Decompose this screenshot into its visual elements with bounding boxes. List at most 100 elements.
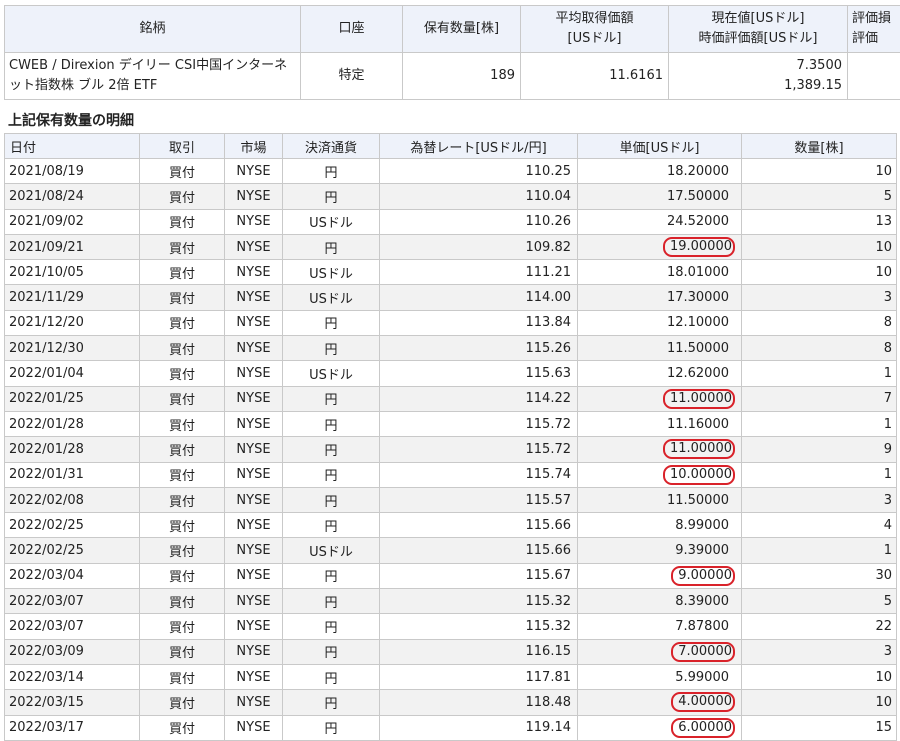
unit-price-cell: 10.00000 bbox=[578, 462, 742, 487]
market: NYSE bbox=[236, 366, 270, 381]
trade-type-cell: 買付 bbox=[140, 614, 225, 639]
trade-type: 買付 bbox=[169, 368, 195, 383]
quantity: 10 bbox=[875, 670, 892, 685]
market: NYSE bbox=[236, 594, 270, 609]
exchange-rate-cell: 117.81 bbox=[380, 664, 578, 689]
settlement-currency: 円 bbox=[324, 570, 337, 585]
trade-date: 2021/10/05 bbox=[9, 265, 84, 280]
trade-type-cell: 買付 bbox=[140, 285, 225, 310]
trade-type-cell: 買付 bbox=[140, 361, 225, 386]
holding-summary-table: 銘柄 口座 保有数量[株] 平均取得価額 [USドル] 現在値[USドル] 時価… bbox=[4, 5, 900, 100]
table-row: 2021/09/02買付NYSEUSドル110.2624.5200013 bbox=[5, 209, 897, 234]
trade-date-cell: 2022/03/15 bbox=[5, 690, 140, 715]
quantity-cell: 3 bbox=[742, 285, 897, 310]
trade-date: 2022/01/28 bbox=[9, 442, 84, 457]
quantity: 7 bbox=[884, 391, 892, 406]
settlement-currency: 円 bbox=[324, 495, 337, 510]
trade-date: 2022/03/15 bbox=[9, 695, 84, 710]
market-cell: NYSE bbox=[225, 589, 283, 614]
exchange-rate-cell: 115.66 bbox=[380, 538, 578, 563]
exchange-rate-cell: 114.00 bbox=[380, 285, 578, 310]
exchange-rate: 115.72 bbox=[526, 442, 572, 457]
trade-date: 2021/09/02 bbox=[9, 214, 84, 229]
trade-type-cell: 買付 bbox=[140, 411, 225, 436]
trade-type-cell: 買付 bbox=[140, 437, 225, 462]
trade-type-cell: 買付 bbox=[140, 690, 225, 715]
exchange-rate: 115.66 bbox=[526, 543, 572, 558]
exchange-rate-cell: 115.66 bbox=[380, 513, 578, 538]
unit-price: 11.16000 bbox=[667, 417, 729, 432]
market-cell: NYSE bbox=[225, 664, 283, 689]
trade-type: 買付 bbox=[169, 495, 195, 510]
exchange-rate-cell: 115.32 bbox=[380, 589, 578, 614]
unit-price-cell: 17.30000 bbox=[578, 285, 742, 310]
settlement-currency-cell: 円 bbox=[283, 589, 380, 614]
unit-price-cell: 8.39000 bbox=[578, 589, 742, 614]
unit-price-cell: 7.00000 bbox=[578, 639, 742, 664]
exchange-rate: 115.67 bbox=[526, 568, 572, 583]
table-row: 2022/01/28買付NYSE円115.7211.160001 bbox=[5, 411, 897, 436]
table-row: 2022/03/14買付NYSE円117.815.9900010 bbox=[5, 664, 897, 689]
trade-type-cell: 買付 bbox=[140, 487, 225, 512]
trade-date-cell: 2022/02/25 bbox=[5, 538, 140, 563]
trade-type: 買付 bbox=[169, 646, 195, 661]
settlement-currency: USドル bbox=[309, 267, 353, 282]
quantity-cell: 22 bbox=[742, 614, 897, 639]
quantity-cell: 5 bbox=[742, 184, 897, 209]
quantity-cell: 30 bbox=[742, 563, 897, 588]
trade-date: 2022/03/07 bbox=[9, 619, 84, 634]
trade-type: 買付 bbox=[169, 545, 195, 560]
quantity: 1 bbox=[884, 366, 892, 381]
settlement-currency-cell: 円 bbox=[283, 386, 380, 411]
trade-type: 買付 bbox=[169, 444, 195, 459]
market: NYSE bbox=[236, 695, 270, 710]
unit-price-cell: 18.20000 bbox=[578, 159, 742, 184]
quantity: 5 bbox=[884, 594, 892, 609]
unit-price-highlighted: 7.00000 bbox=[671, 642, 735, 662]
settlement-currency: 円 bbox=[324, 672, 337, 687]
exchange-rate-cell: 115.32 bbox=[380, 614, 578, 639]
market-cell: NYSE bbox=[225, 411, 283, 436]
quantity-cell: 1 bbox=[742, 462, 897, 487]
quantity-cell: 10 bbox=[742, 234, 897, 259]
table-row: 2022/03/15買付NYSE円118.484.0000010 bbox=[5, 690, 897, 715]
exchange-rate-cell: 109.82 bbox=[380, 234, 578, 259]
market: NYSE bbox=[236, 644, 270, 659]
exchange-rate-cell: 116.15 bbox=[380, 639, 578, 664]
section-title: 上記保有数量の明細 bbox=[8, 110, 134, 130]
quantity-cell: 3 bbox=[742, 487, 897, 512]
exchange-rate: 115.72 bbox=[526, 417, 572, 432]
unit-price-cell: 19.00000 bbox=[578, 234, 742, 259]
gain-loss-cell bbox=[848, 53, 900, 100]
market-cell: NYSE bbox=[225, 462, 283, 487]
exchange-rate: 115.74 bbox=[526, 467, 572, 482]
quantity: 3 bbox=[884, 493, 892, 508]
unit-price-cell: 11.16000 bbox=[578, 411, 742, 436]
quantity-cell: 1 bbox=[742, 361, 897, 386]
quantity-cell: 1 bbox=[742, 411, 897, 436]
exchange-rate: 115.32 bbox=[526, 594, 572, 609]
unit-price-cell: 6.00000 bbox=[578, 715, 742, 740]
market-cell: NYSE bbox=[225, 386, 283, 411]
quantity: 22 bbox=[875, 619, 892, 634]
quantity: 10 bbox=[875, 695, 892, 710]
settlement-currency-cell: 円 bbox=[283, 159, 380, 184]
market: NYSE bbox=[236, 417, 270, 432]
trade-date-cell: 2022/01/31 bbox=[5, 462, 140, 487]
unit-price-cell: 11.00000 bbox=[578, 437, 742, 462]
summary-header-row: 銘柄 口座 保有数量[株] 平均取得価額 [USドル] 現在値[USドル] 時価… bbox=[5, 6, 900, 53]
trade-type: 買付 bbox=[169, 292, 195, 307]
unit-price: 8.39000 bbox=[675, 594, 729, 609]
trade-type-cell: 買付 bbox=[140, 184, 225, 209]
quantity: 30 bbox=[875, 568, 892, 583]
trade-date: 2022/01/31 bbox=[9, 467, 84, 482]
trade-date-cell: 2022/03/07 bbox=[5, 589, 140, 614]
current-price: 7.3500 bbox=[670, 56, 842, 76]
settlement-currency-cell: 円 bbox=[283, 487, 380, 512]
table-row: 2021/12/30買付NYSE円115.2611.500008 bbox=[5, 336, 897, 361]
market: NYSE bbox=[236, 720, 270, 735]
detail-header-quantity: 数量[株] bbox=[742, 134, 897, 159]
quantity-cell: 10 bbox=[742, 159, 897, 184]
market: NYSE bbox=[236, 493, 270, 508]
market: NYSE bbox=[236, 670, 270, 685]
